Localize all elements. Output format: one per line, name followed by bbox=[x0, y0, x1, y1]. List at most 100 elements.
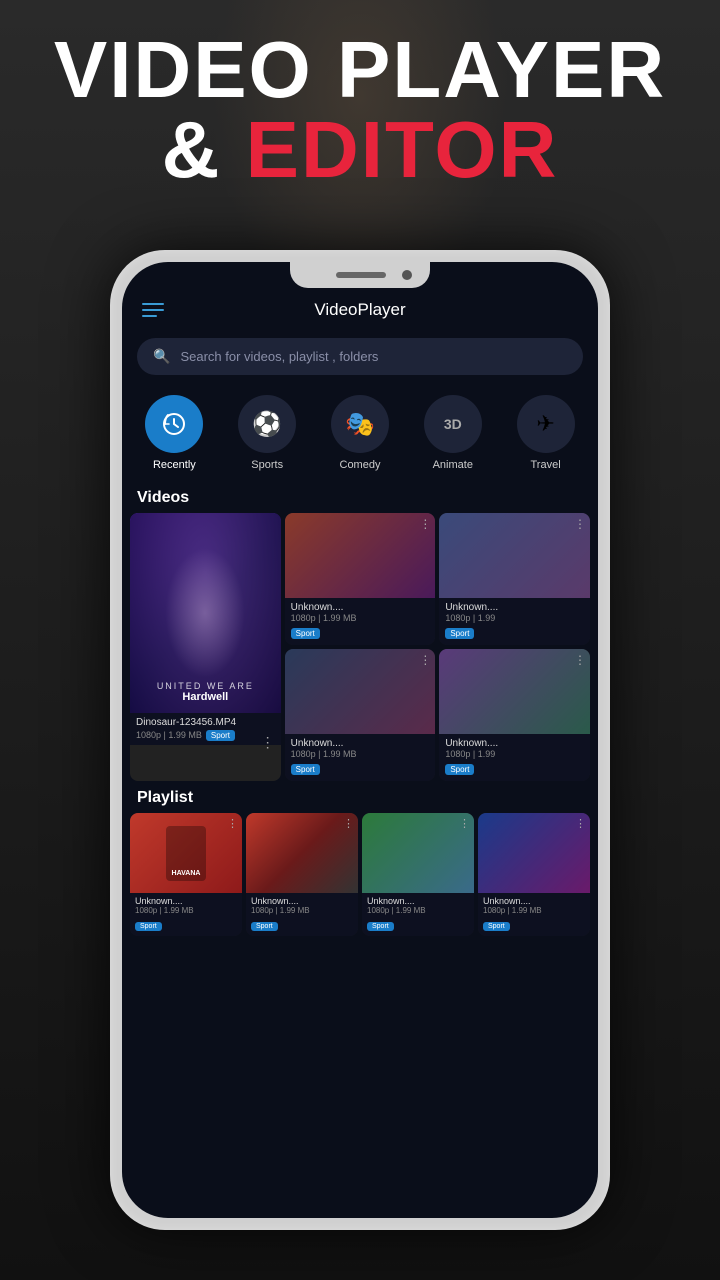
video-2-badge: Sport bbox=[445, 628, 474, 639]
video-3-thumbnail bbox=[285, 649, 436, 734]
playlist-section-title: Playlist bbox=[122, 781, 598, 813]
playlist-1-name: Unknown.... bbox=[135, 896, 237, 906]
phone-outer-frame: VideoPlayer 🔍 Search for videos, playlis… bbox=[110, 250, 610, 1230]
video-4-more[interactable]: ⋮ bbox=[574, 653, 586, 667]
video-2-thumbnail bbox=[439, 513, 590, 598]
video-3-meta: 1080p | 1.99 MB bbox=[291, 749, 430, 759]
playlist-2-name: Unknown.... bbox=[251, 896, 353, 906]
notch-camera bbox=[402, 270, 412, 280]
app-title: VideoPlayer bbox=[314, 300, 405, 320]
recently-icon-circle bbox=[145, 395, 203, 453]
recently-label: Recently bbox=[153, 459, 196, 471]
video-1-name: Unknown.... bbox=[291, 602, 430, 613]
search-bar[interactable]: 🔍 Search for videos, playlist , folders bbox=[137, 338, 583, 375]
playlist-1-meta: 1080p | 1.99 MB bbox=[135, 906, 237, 915]
sports-label: Sports bbox=[251, 459, 283, 471]
video-3-name: Unknown.... bbox=[291, 738, 430, 749]
video-1-badge: Sport bbox=[291, 628, 320, 639]
phone-frame: VideoPlayer 🔍 Search for videos, playlis… bbox=[110, 250, 610, 1230]
video-item-1[interactable]: Unknown.... 1080p | 1.99 MB Sport ⋮ bbox=[285, 513, 436, 645]
playlist-3-more[interactable]: ⋮ bbox=[459, 817, 470, 830]
playlist-1-thumbnail: HAVANA bbox=[130, 813, 242, 893]
search-icon: 🔍 bbox=[153, 348, 170, 365]
video-item-2[interactable]: Unknown.... 1080p | 1.99 Sport ⋮ bbox=[439, 513, 590, 645]
video-3-more[interactable]: ⋮ bbox=[419, 653, 431, 667]
video-1-more[interactable]: ⋮ bbox=[419, 517, 431, 531]
menu-line-1 bbox=[142, 303, 164, 305]
video-2-name: Unknown.... bbox=[445, 602, 584, 613]
person-figure bbox=[165, 548, 245, 678]
playlist-4-name: Unknown.... bbox=[483, 896, 585, 906]
video-4-thumbnail bbox=[439, 649, 590, 734]
video-large-meta: 1080p | 1.99 MB bbox=[136, 730, 202, 740]
hero-editor: EDITOR bbox=[246, 105, 559, 194]
playlist-item-3[interactable]: Unknown.... 1080p | 1.99 MB Sport ⋮ bbox=[362, 813, 474, 936]
playlist-item-2[interactable]: Unknown.... 1080p | 1.99 MB Sport ⋮ bbox=[246, 813, 358, 936]
video-large-thumbnail: UNITED WE ARE Hardwell bbox=[130, 513, 281, 713]
video-item-4[interactable]: Unknown.... 1080p | 1.99 Sport ⋮ bbox=[439, 649, 590, 781]
video-2-info: Unknown.... 1080p | 1.99 Sport bbox=[439, 598, 590, 645]
playlist-3-badge: Sport bbox=[367, 922, 394, 931]
video-overlay-text: UNITED WE ARE Hardwell bbox=[130, 681, 281, 703]
playlist-2-meta: 1080p | 1.99 MB bbox=[251, 906, 353, 915]
recently-icon bbox=[161, 411, 187, 437]
categories-row: Recently ⚽ Sports 🎭 Comedy bbox=[122, 385, 598, 481]
travel-label: Travel bbox=[531, 459, 561, 471]
playlist-4-thumbnail bbox=[478, 813, 590, 893]
animate-label: Animate bbox=[433, 459, 473, 471]
menu-button[interactable] bbox=[142, 303, 164, 317]
overlay-line2: Hardwell bbox=[130, 691, 281, 703]
phone-screen: VideoPlayer 🔍 Search for videos, playlis… bbox=[122, 262, 598, 1218]
animate-icon: 3D bbox=[444, 416, 462, 432]
playlist-item-1[interactable]: HAVANA Unknown.... 1080p | 1.99 MB Sport… bbox=[130, 813, 242, 936]
havana-cover: HAVANA bbox=[166, 826, 206, 881]
playlist-2-info: Unknown.... 1080p | 1.99 MB Sport bbox=[246, 893, 358, 936]
video-1-meta: 1080p | 1.99 MB bbox=[291, 613, 430, 623]
category-animate[interactable]: 3D Animate bbox=[424, 395, 482, 471]
video-2-meta: 1080p | 1.99 bbox=[445, 613, 584, 623]
hero-line1: VIDEO PLAYER bbox=[30, 30, 690, 110]
search-placeholder: Search for videos, playlist , folders bbox=[180, 349, 378, 364]
playlist-1-badge: Sport bbox=[135, 922, 162, 931]
video-4-meta: 1080p | 1.99 bbox=[445, 749, 584, 759]
category-recently[interactable]: Recently bbox=[145, 395, 203, 471]
playlist-3-thumbnail bbox=[362, 813, 474, 893]
menu-line-2 bbox=[142, 309, 164, 311]
playlist-4-meta: 1080p | 1.99 MB bbox=[483, 906, 585, 915]
hero-line2: & EDITOR bbox=[30, 110, 690, 190]
video-large-badge: Sport bbox=[206, 730, 235, 741]
app-header: VideoPlayer bbox=[122, 292, 598, 328]
playlist-2-more[interactable]: ⋮ bbox=[343, 817, 354, 830]
category-travel[interactable]: ✈ Travel bbox=[517, 395, 575, 471]
playlist-1-more[interactable]: ⋮ bbox=[227, 817, 238, 830]
hero-section: VIDEO PLAYER & EDITOR bbox=[0, 30, 720, 190]
animate-icon-circle: 3D bbox=[424, 395, 482, 453]
playlist-3-info: Unknown.... 1080p | 1.99 MB Sport bbox=[362, 893, 474, 936]
video-large-info: Dinosaur-123456.MP4 1080p | 1.99 MB Spor… bbox=[130, 713, 281, 745]
video-4-name: Unknown.... bbox=[445, 738, 584, 749]
video-1-info: Unknown.... 1080p | 1.99 MB Sport bbox=[285, 598, 436, 645]
category-comedy[interactable]: 🎭 Comedy bbox=[331, 395, 389, 471]
playlist-4-more[interactable]: ⋮ bbox=[575, 817, 586, 830]
comedy-icon: 🎭 bbox=[345, 410, 375, 439]
category-sports[interactable]: ⚽ Sports bbox=[238, 395, 296, 471]
playlist-1-info: Unknown.... 1080p | 1.99 MB Sport bbox=[130, 893, 242, 936]
video-large-more[interactable]: ⋮ bbox=[261, 734, 275, 751]
video-item-large[interactable]: UNITED WE ARE Hardwell Dinosaur-123456.M… bbox=[130, 513, 281, 781]
video-4-info: Unknown.... 1080p | 1.99 Sport bbox=[439, 734, 590, 781]
video-2-more[interactable]: ⋮ bbox=[574, 517, 586, 531]
playlist-item-4[interactable]: Unknown.... 1080p | 1.99 MB Sport ⋮ bbox=[478, 813, 590, 936]
app-content: VideoPlayer 🔍 Search for videos, playlis… bbox=[122, 262, 598, 1218]
playlist-2-badge: Sport bbox=[251, 922, 278, 931]
playlist-4-info: Unknown.... 1080p | 1.99 MB Sport bbox=[478, 893, 590, 936]
notch-speaker bbox=[336, 272, 386, 278]
travel-icon: ✈ bbox=[536, 411, 554, 437]
playlist-4-badge: Sport bbox=[483, 922, 510, 931]
video-item-3[interactable]: Unknown.... 1080p | 1.99 MB Sport ⋮ bbox=[285, 649, 436, 781]
havana-text: HAVANA bbox=[172, 870, 201, 877]
menu-line-3 bbox=[142, 315, 157, 317]
comedy-label: Comedy bbox=[340, 459, 381, 471]
hero-amp: & bbox=[162, 105, 222, 194]
comedy-icon-circle: 🎭 bbox=[331, 395, 389, 453]
playlist-grid: HAVANA Unknown.... 1080p | 1.99 MB Sport… bbox=[122, 813, 598, 946]
